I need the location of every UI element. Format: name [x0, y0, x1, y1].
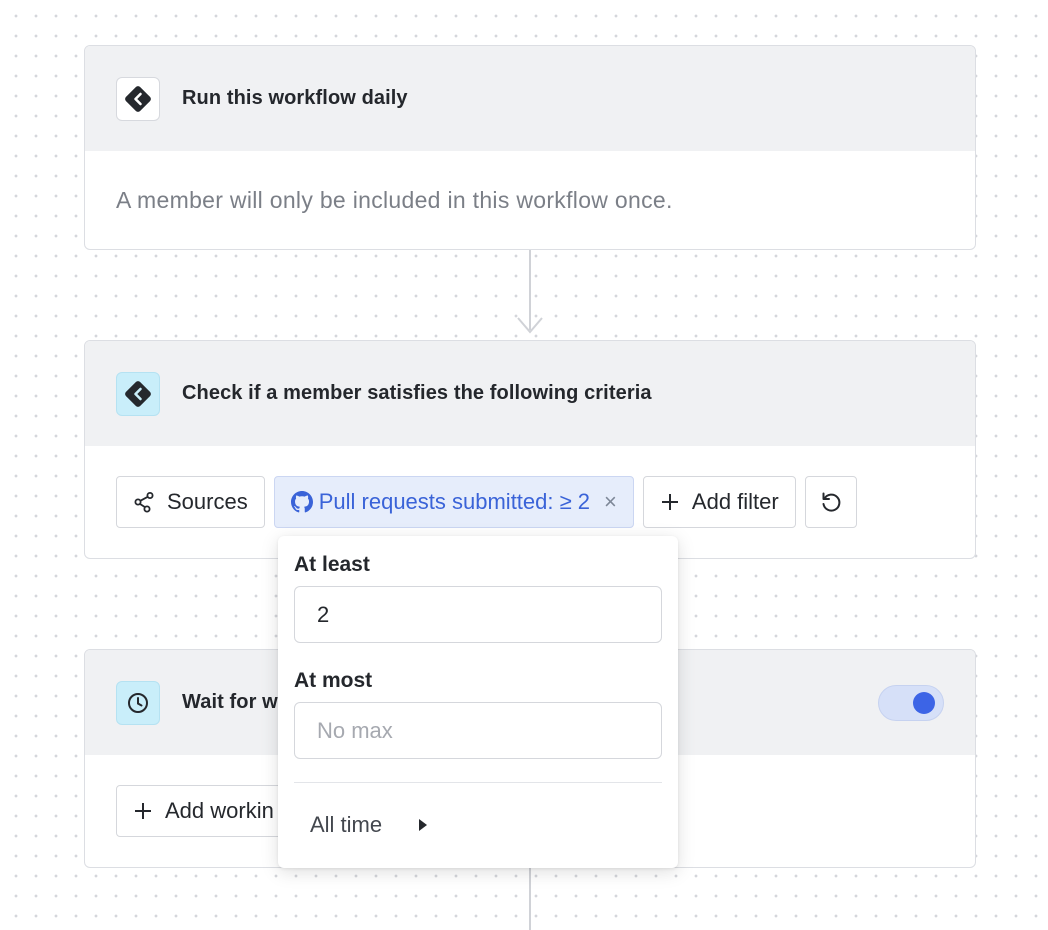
trigger-step-title: Run this workflow daily — [182, 87, 408, 109]
reset-filters-button[interactable] — [804, 476, 857, 528]
wait-step-title: Wait for w — [182, 691, 278, 713]
add-working-hours-label: Add workin — [165, 798, 274, 823]
at-least-label: At least — [294, 553, 370, 576]
wait-icon-box — [116, 680, 160, 725]
add-filter-label: Add filter — [691, 489, 779, 514]
popover-divider — [294, 782, 662, 783]
trigger-icon-box — [116, 76, 160, 121]
connector-line — [529, 868, 531, 930]
at-most-input[interactable] — [294, 702, 662, 759]
toggle-knob — [913, 691, 935, 714]
add-filter-button[interactable]: Add filter — [642, 476, 796, 528]
caret-right-icon — [419, 819, 428, 831]
trigger-step-header: Run this workflow daily — [85, 46, 975, 151]
sources-button[interactable]: Sources — [116, 476, 265, 528]
clock-icon — [128, 692, 148, 713]
filter-range-popover: At least At most All time — [278, 536, 678, 868]
criteria-step-header: Check if a member satisfies the followin… — [85, 341, 975, 446]
undo-icon — [822, 492, 841, 512]
github-icon — [290, 491, 313, 513]
criteria-icon-box — [116, 371, 160, 416]
at-least-input[interactable] — [294, 586, 662, 643]
trigger-step-card[interactable]: Run this workflow daily A member will on… — [84, 45, 976, 250]
connector-arrow-icon — [517, 317, 543, 334]
diamond-chevron-icon — [125, 380, 151, 407]
trigger-step-description: A member will only be included in this w… — [116, 187, 673, 213]
close-icon[interactable]: × — [604, 489, 617, 515]
plus-icon — [135, 803, 151, 819]
wait-step-toggle[interactable] — [878, 684, 944, 721]
diamond-chevron-icon — [125, 85, 151, 112]
criteria-step-title: Check if a member satisfies the followin… — [182, 382, 652, 404]
time-range-selector[interactable]: All time — [310, 812, 428, 838]
add-working-hours-button[interactable]: Add workin — [116, 785, 291, 837]
at-most-label: At most — [294, 669, 373, 692]
sources-button-label: Sources — [167, 489, 248, 514]
filter-chip-pull-requests[interactable]: Pull requests submitted: ≥ 2 × — [273, 476, 634, 528]
plus-icon — [661, 494, 678, 510]
criteria-step-card[interactable]: Check if a member satisfies the followin… — [84, 340, 976, 559]
time-range-label: All time — [310, 812, 383, 837]
filter-chip-label: Pull requests submitted: ≥ 2 — [318, 489, 591, 514]
share-nodes-icon — [134, 492, 154, 513]
